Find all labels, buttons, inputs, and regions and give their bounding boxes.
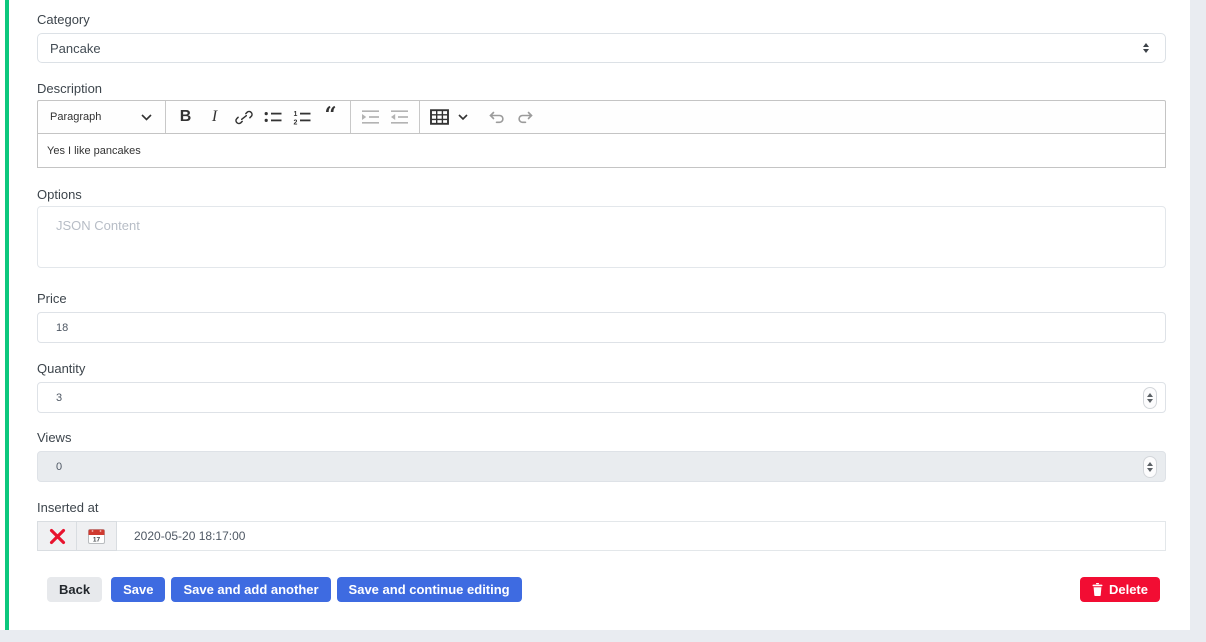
bold-button[interactable]: B xyxy=(171,103,200,131)
delete-button-label: Delete xyxy=(1109,582,1148,597)
outdent-icon xyxy=(389,109,410,125)
outdent-button[interactable] xyxy=(385,103,414,131)
editor-content[interactable]: Yes I like pancakes xyxy=(37,134,1166,168)
options-textarea[interactable] xyxy=(37,206,1166,268)
inserted-at-value: 2020-05-20 18:17:00 xyxy=(134,529,245,543)
insert-table-button[interactable] xyxy=(425,103,454,131)
views-label: Views xyxy=(37,431,1166,444)
calendar-picker-button[interactable]: 17 xyxy=(77,521,117,551)
category-select-value: Pancake xyxy=(50,41,101,56)
undo-icon xyxy=(487,110,506,125)
block-quote-icon: “ xyxy=(324,110,336,124)
toolbar-separator xyxy=(350,101,351,133)
calendar-icon: 17 xyxy=(87,527,106,545)
quantity-label: Quantity xyxy=(37,362,1166,375)
category-label: Category xyxy=(37,13,1166,26)
form-card: Category Pancake Description Paragraph B… xyxy=(0,0,1190,630)
chevron-down-icon xyxy=(458,114,468,121)
inserted-at-label: Inserted at xyxy=(37,501,1166,514)
redo-icon xyxy=(516,110,535,125)
inserted-at-group: 17 2020-05-20 18:17:00 xyxy=(37,521,1166,551)
indent-icon xyxy=(360,109,381,125)
svg-text:2: 2 xyxy=(293,120,297,126)
bold-icon: B xyxy=(180,108,192,126)
heading-dropdown-label: Paragraph xyxy=(50,111,101,123)
block-quote-button[interactable]: “ xyxy=(316,103,345,131)
quantity-spinner[interactable] xyxy=(1143,387,1157,409)
editor-text: Yes I like pancakes xyxy=(47,145,141,157)
record-form: Category Pancake Description Paragraph B… xyxy=(37,0,1166,602)
link-button[interactable] xyxy=(229,103,258,131)
category-select[interactable]: Pancake xyxy=(37,33,1166,63)
description-label: Description xyxy=(37,82,1166,95)
options-label: Options xyxy=(37,188,1166,201)
back-button[interactable]: Back xyxy=(47,577,102,602)
price-label: Price xyxy=(37,292,1166,305)
trash-icon xyxy=(1092,583,1103,596)
views-spinner xyxy=(1143,456,1157,478)
bulleted-list-icon xyxy=(263,109,283,125)
link-icon xyxy=(235,109,253,126)
clear-date-button[interactable] xyxy=(37,521,77,551)
numbered-list-icon: 1 2 xyxy=(292,109,312,125)
save-and-continue-editing-button[interactable]: Save and continue editing xyxy=(337,577,522,602)
bulleted-list-button[interactable] xyxy=(258,103,287,131)
price-input[interactable] xyxy=(37,312,1166,343)
svg-text:17: 17 xyxy=(93,537,101,544)
redo-button[interactable] xyxy=(511,103,540,131)
italic-icon: I xyxy=(212,108,217,126)
quantity-input[interactable] xyxy=(37,382,1166,413)
save-button[interactable]: Save xyxy=(111,577,165,602)
indent-button[interactable] xyxy=(356,103,385,131)
delete-button[interactable]: Delete xyxy=(1080,577,1160,602)
actions-row: Back Save Save and add another Save and … xyxy=(37,577,1166,602)
insert-table-icon xyxy=(430,109,449,125)
inserted-at-input[interactable]: 2020-05-20 18:17:00 xyxy=(117,521,1166,551)
toolbar-separator xyxy=(419,101,420,133)
table-dropdown-button[interactable] xyxy=(454,103,472,131)
undo-button[interactable] xyxy=(482,103,511,131)
accent-bar xyxy=(5,0,9,630)
chevron-down-icon xyxy=(141,114,152,121)
views-input xyxy=(37,451,1166,482)
select-updown-icon xyxy=(1143,43,1149,53)
save-and-add-another-button[interactable]: Save and add another xyxy=(171,577,330,602)
svg-text:1: 1 xyxy=(293,111,297,118)
toolbar-separator xyxy=(165,101,166,133)
italic-button[interactable]: I xyxy=(200,103,229,131)
numbered-list-button[interactable]: 1 2 xyxy=(287,103,316,131)
clear-x-icon xyxy=(49,528,66,545)
heading-dropdown[interactable]: Paragraph xyxy=(44,103,160,131)
editor-toolbar: Paragraph B I xyxy=(37,100,1166,134)
